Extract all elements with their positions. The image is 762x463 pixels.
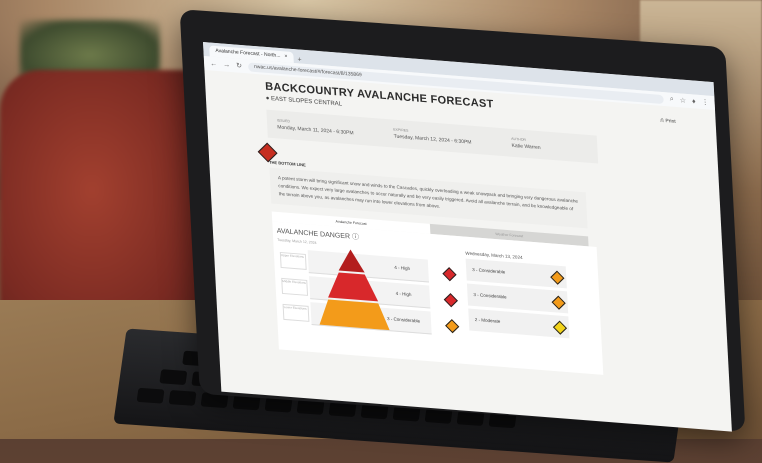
pyramid-upper — [338, 249, 365, 273]
danger-pyramid — [319, 249, 390, 331]
star-icon[interactable]: ☆ — [680, 96, 687, 104]
new-tab-icon[interactable]: + — [297, 56, 301, 63]
forecast-page: BACKCOUNTRY AVALANCHE FORECAST ● EAST SL… — [204, 70, 729, 385]
danger-panel: AVALANCHE DANGER ⓘ Tuesday, March 12, 20… — [272, 221, 604, 375]
author-block: AUTHOR Katie Warren — [511, 136, 541, 152]
laptop-screen: Avalanche Forecast - North... × + ← → ↻ … — [203, 42, 732, 432]
issued-block: ISSUED Monday, March 11, 2024 - 6:30PM — [276, 118, 354, 137]
zoom-icon[interactable]: ⌕ — [670, 96, 674, 104]
elevation-label-middle: Middle Elevations — [281, 277, 309, 296]
reload-icon[interactable]: ↻ — [236, 61, 242, 69]
forward-icon[interactable]: → — [223, 61, 230, 69]
tomorrow-row-lower: 2 - Moderate — [468, 308, 570, 339]
printer-icon: ⎙ — [659, 117, 665, 124]
tomorrow-forecast: Wednesday, March 13, 2024 3 - Considerab… — [465, 251, 570, 339]
info-icon[interactable]: ⓘ — [352, 234, 359, 242]
elevation-label-upper: Upper Elevations — [279, 251, 307, 270]
print-button[interactable]: ⎙ Print — [660, 118, 676, 125]
danger-considerable-icon — [550, 270, 565, 285]
pyramid-lower — [319, 299, 390, 331]
location-pin-icon: ● — [265, 95, 270, 102]
menu-icon[interactable]: ⋮ — [701, 98, 708, 107]
close-icon[interactable]: × — [284, 51, 288, 62]
pyramid-middle — [328, 272, 379, 302]
back-icon[interactable]: ← — [210, 60, 217, 68]
extension-icon[interactable]: ♦ — [692, 98, 696, 105]
danger-considerable-icon — [551, 295, 566, 310]
danger-high-icon — [442, 267, 457, 282]
elevation-label-lower: Lower Elevations — [282, 303, 310, 322]
danger-considerable-icon — [445, 319, 460, 334]
danger-moderate-icon — [552, 320, 568, 335]
expires-block: EXPIRES Tuesday, March 12, 2024 - 6:30PM — [393, 127, 472, 146]
danger-high-icon — [443, 293, 458, 308]
